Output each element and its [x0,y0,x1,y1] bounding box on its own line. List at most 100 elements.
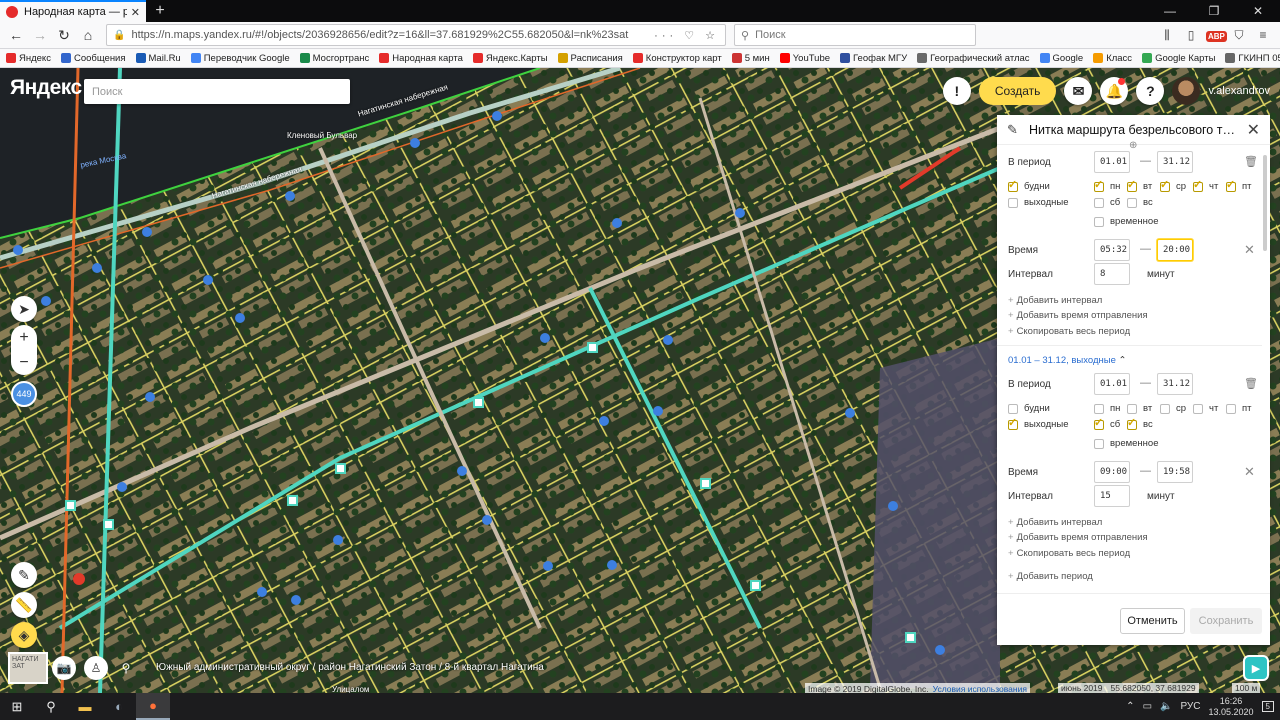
bookmark-item[interactable]: Mail.Ru [135,53,181,64]
map-search-input[interactable]: Поиск [84,79,350,104]
add-interval-link[interactable]: + Добавить интервал [1008,517,1102,528]
zoom-level-badge[interactable]: 449 [11,381,37,407]
bookmark-item[interactable]: Сообщения [60,53,126,64]
minimize-icon[interactable]: — [1148,4,1192,18]
restore-icon[interactable]: ❐ [1192,4,1236,18]
day-checkbox-вт[interactable]: вт [1127,403,1152,414]
menu-icon[interactable]: ≡ [1254,28,1272,43]
camera-icon[interactable]: 📷 [52,656,76,680]
bookmark-item[interactable]: Google Карты [1142,53,1215,64]
time-from-input[interactable]: 05:32 [1094,239,1130,261]
day-checkbox-чт[interactable]: чт [1193,178,1218,192]
firefox-icon[interactable]: ● [136,693,170,720]
help-icon[interactable]: ? [1136,77,1165,105]
back-button[interactable]: ← [4,23,28,47]
language-indicator[interactable]: РУС [1180,701,1200,712]
browser-search-field[interactable]: ⚲ Поиск [734,24,976,46]
username[interactable]: v.alexandrov [1208,85,1270,97]
tools-icon[interactable]: ✎ [11,562,37,588]
forward-button[interactable]: → [28,23,52,47]
notifications-icon[interactable]: 5 [1261,701,1274,712]
time-to-input[interactable]: 19:58 [1157,461,1193,483]
notifications-bell-icon[interactable]: 🔔 [1100,77,1129,105]
adblock-icon[interactable]: ABP [1206,28,1227,43]
tray-chevron-icon[interactable]: ⌃ [1126,701,1134,712]
bookmark-item[interactable]: Конструктор карт [632,53,722,64]
window-close-icon[interactable]: ✕ [1236,4,1280,18]
search-icon[interactable]: ⚲ [34,693,68,720]
day-checkbox-пт[interactable]: пт [1226,178,1252,192]
day-checkbox-ср[interactable]: ср [1160,403,1186,414]
create-button[interactable]: Создать [978,77,1057,105]
period-to-input[interactable]: 31.12 [1157,151,1193,173]
close-icon[interactable]: ✕ [1247,120,1260,140]
period-section-toggle[interactable]: 01.01 – 31.12, выходные ⌃ [1008,355,1127,366]
geolocation-icon[interactable]: ➤ [11,296,37,322]
location-pin-icon[interactable]: ⚲ [114,656,138,680]
add-period-link[interactable]: + Добавить период [1008,571,1093,582]
avatar[interactable] [1172,77,1201,105]
day-checkbox-вт[interactable]: вт [1127,178,1152,192]
trash-icon[interactable]: 🗑 [1244,377,1258,390]
volume-icon[interactable]: 🔈 [1160,701,1172,712]
copy-period-link[interactable]: + Скопировать весь период [1008,326,1130,337]
play-icon[interactable]: ▶ [1243,655,1269,681]
panel-resize-handle-icon[interactable]: ⊕ [1129,140,1137,151]
weekdays-checkbox[interactable]: будни [1008,403,1050,414]
panel-scrollbar[interactable] [1263,155,1267,251]
trash-icon[interactable]: 🗑 [1244,155,1258,168]
time-to-input[interactable]: 20:00 [1157,239,1193,261]
network-icon[interactable]: ▭ [1143,701,1152,712]
cancel-button[interactable]: Отменить [1120,608,1185,634]
day-checkbox-вс[interactable]: вс [1127,416,1153,430]
day-checkbox-сб[interactable]: сб [1094,197,1120,208]
day-checkbox-пт[interactable]: пт [1226,403,1252,414]
day-checkbox-ср[interactable]: ср [1160,178,1186,192]
bookmark-item[interactable]: Географический атлас [917,53,1030,64]
interval-input[interactable]: 8 [1094,263,1130,285]
layers-icon[interactable]: ◈ [11,622,37,648]
bookmark-item[interactable]: Яндекс [6,53,51,64]
browser-tab[interactable]: Народная карта — редактор ✕ [0,0,146,22]
add-departure-link[interactable]: + Добавить время отправления [1008,310,1148,321]
bookmark-item[interactable]: Геофак МГУ [840,53,907,64]
weekends-checkbox[interactable]: выходные [1008,416,1069,430]
bookmark-item[interactable]: Яндекс.Карты [472,53,548,64]
tab-close-icon[interactable]: ✕ [131,6,140,19]
windows-start-icon[interactable]: ⊞ [0,693,34,720]
weekdays-checkbox[interactable]: будни [1008,178,1050,192]
address-breadcrumb[interactable]: Южный административный округ / район Наг… [156,662,544,673]
zoom-in-button[interactable]: + [19,329,28,347]
add-interval-link[interactable]: + Добавить интервал [1008,295,1102,306]
bookmark-item[interactable]: YouTube [779,53,830,64]
interval-input[interactable]: 15 [1094,485,1130,507]
page-actions-icon[interactable]: ··· ♡ ☆ [654,29,719,42]
temporary-checkbox[interactable]: временное [1094,438,1159,449]
ruler-icon[interactable]: 📏 [11,592,37,618]
home-button[interactable]: ⌂ [76,23,100,47]
time-from-input[interactable]: 09:00 [1094,461,1130,483]
day-checkbox-пн[interactable]: пн [1094,178,1120,192]
yandex-logo[interactable]: Яндекс [10,76,82,100]
add-departure-link[interactable]: + Добавить время отправления [1008,532,1148,543]
bookmark-item[interactable]: ГКИНП 05-053-79 Рук... [1225,53,1280,64]
period-from-input[interactable]: 01.01 [1094,151,1130,173]
period-to-input[interactable]: 31.12 [1157,373,1193,395]
messages-icon[interactable]: ✉ [1064,77,1093,105]
save-button[interactable]: Сохранить [1190,608,1262,634]
file-explorer-icon[interactable]: ▬ [68,693,102,720]
bookmark-item[interactable]: Google [1039,53,1083,64]
day-checkbox-пн[interactable]: пн [1094,403,1120,414]
bookmark-item[interactable]: Народная карта [379,53,463,64]
library-icon[interactable]: ⫼ [1158,28,1176,43]
bookmark-item[interactable]: Мосгортранс [299,53,369,64]
zoom-out-button[interactable]: − [19,354,28,372]
period-from-input[interactable]: 01.01 [1094,373,1130,395]
day-checkbox-чт[interactable]: чт [1193,403,1218,414]
minimap[interactable]: НАГАТИ ЗАТ [8,652,48,684]
day-checkbox-сб[interactable]: сб [1094,416,1120,430]
day-checkbox-вс[interactable]: вс [1127,197,1153,208]
sidebar-icon[interactable]: ▯ [1182,28,1200,43]
url-text[interactable]: https://n.maps.yandex.ru/#!/objects/2036… [131,29,654,41]
lock-icon[interactable]: 🔒 [113,30,125,41]
